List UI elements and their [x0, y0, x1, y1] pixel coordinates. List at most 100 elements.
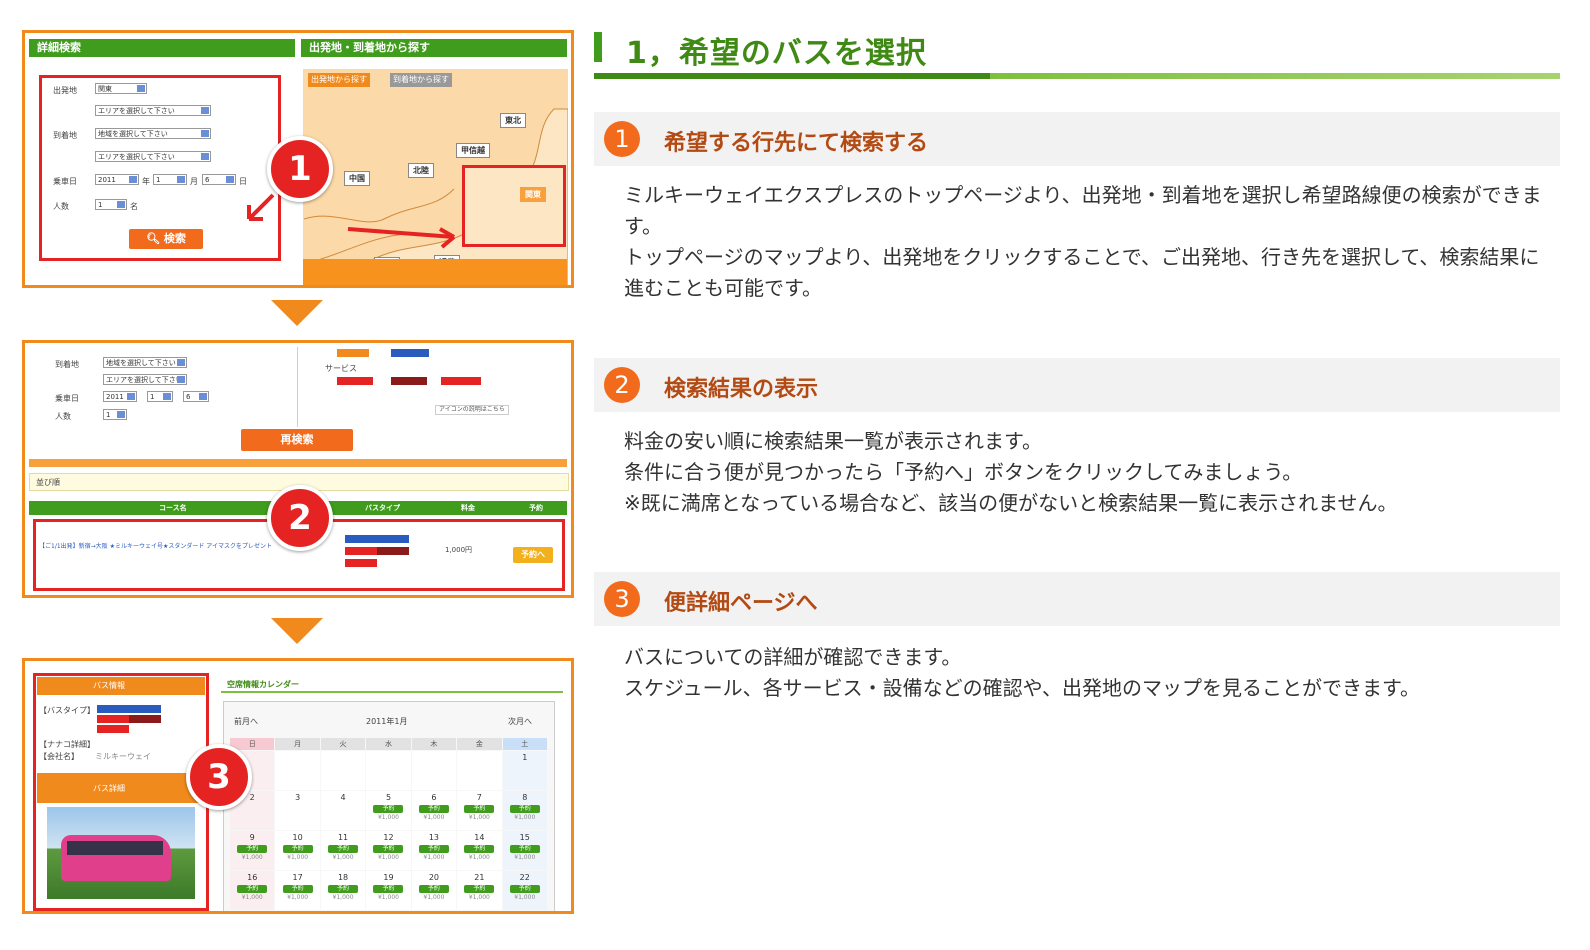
calendar-day[interactable]: 18 予約 ¥1,000: [320, 871, 366, 910]
day-number: 9: [249, 833, 255, 842]
select-to-2[interactable]: 地域を選択して下さい: [103, 357, 187, 368]
reserve-tag[interactable]: 予約: [418, 885, 449, 893]
calendar-day[interactable]: 17 予約 ¥1,000: [275, 871, 320, 910]
reserve-tag[interactable]: 予約: [373, 845, 404, 853]
reserve-tag[interactable]: 予約: [509, 845, 540, 853]
region-kanto[interactable]: 関東: [520, 187, 546, 202]
select-from[interactable]: 関東: [95, 83, 147, 94]
calendar-day[interactable]: 14 予約 ¥1,000: [457, 831, 502, 870]
step-badge-1: 1: [267, 136, 333, 202]
calendar-day[interactable]: 16 予約 ¥1,000: [230, 871, 275, 910]
calendar-day[interactable]: 11 予約 ¥1,000: [320, 831, 366, 870]
reserve-tag[interactable]: 予約: [418, 805, 449, 813]
reserve-tag[interactable]: 予約: [509, 885, 540, 893]
reserve-tag[interactable]: 予約: [237, 885, 268, 893]
reserve-tag[interactable]: 予約: [464, 845, 495, 853]
research-button[interactable]: 再検索: [241, 429, 353, 451]
calendar-day[interactable]: 6 予約 ¥1,000: [411, 791, 457, 830]
day-number: 16: [247, 873, 258, 882]
next-month-link[interactable]: 次月へ: [508, 716, 532, 727]
price-label: ¥1,000: [287, 854, 309, 861]
calendar-day: [320, 751, 366, 790]
select-month[interactable]: 1: [153, 174, 187, 185]
icon-help-link[interactable]: アイコンの説明はこちら: [435, 405, 509, 415]
reserve-button[interactable]: 予約へ: [513, 547, 553, 563]
reserve-tag[interactable]: 予約: [282, 885, 313, 893]
reserve-tag[interactable]: 予約: [373, 885, 404, 893]
calendar-day[interactable]: 20 予約 ¥1,000: [411, 871, 457, 910]
reserve-tag[interactable]: 予約: [464, 805, 495, 813]
label-to-2: 到着地: [55, 360, 79, 369]
select-from-area[interactable]: エリアを選択して下さい: [95, 105, 211, 116]
day-number: 10: [292, 833, 303, 842]
select-month-2[interactable]: 1: [147, 391, 173, 402]
step-title-3: 便詳細ページへ: [664, 591, 818, 616]
company-value: ミルキーウェイ: [95, 752, 151, 761]
search-button[interactable]: 🔍︎ 検索: [129, 229, 203, 249]
reserve-tag[interactable]: 予約: [328, 845, 359, 853]
reserve-tag[interactable]: 予約: [328, 885, 359, 893]
region-chugoku[interactable]: 中国: [344, 171, 370, 186]
page-title: 1，希望のバスを選択: [626, 36, 927, 71]
region-hokuriku[interactable]: 北陸: [408, 163, 434, 178]
step-3-line-1: バスについての詳細が確認できます。: [624, 645, 962, 669]
calendar-day[interactable]: 22 予約 ¥1,000: [502, 871, 547, 910]
select-day[interactable]: 6: [202, 174, 236, 185]
down-arrow-1: [271, 300, 323, 326]
filter-tag-b[interactable]: [391, 349, 429, 357]
reserve-tag[interactable]: 予約: [509, 805, 540, 813]
calendar-day[interactable]: 19 予約 ¥1,000: [366, 871, 411, 910]
reserve-tag[interactable]: 予約: [464, 885, 495, 893]
calendar-day[interactable]: 3: [275, 791, 320, 830]
calendar-day[interactable]: 9 予約 ¥1,000: [230, 831, 275, 870]
filter-tag-e[interactable]: [441, 377, 481, 385]
route-map[interactable]: 出発地から探す 到着地から探す 東北 甲信越 北陸 中国 関東 九州 四国 近畿: [303, 69, 568, 285]
price-label: ¥1,000: [423, 814, 445, 821]
prev-month-link[interactable]: 前月へ: [234, 716, 258, 727]
reserve-tag[interactable]: 予約: [373, 805, 404, 813]
price-label: ¥1,000: [514, 814, 536, 821]
select-to[interactable]: 地域を選択して下さい: [95, 128, 211, 139]
calendar-day[interactable]: 13 予約 ¥1,000: [411, 831, 457, 870]
filter-tag-c[interactable]: [337, 377, 373, 385]
select-year[interactable]: 2011: [95, 174, 139, 185]
calendar-day[interactable]: 5 予約 ¥1,000: [366, 791, 411, 830]
step-body-1: ミルキーウェイエクスプレスのトップページより、出発地・到着地を選択し希望路線便の…: [624, 180, 1544, 304]
select-to-area-2[interactable]: エリアを選択して下さい: [103, 374, 187, 385]
filter-tag-a[interactable]: [337, 349, 369, 357]
reserve-tag[interactable]: 予約: [418, 845, 449, 853]
label-date: 乗車日: [53, 177, 77, 186]
day-number: 15: [519, 833, 530, 842]
calendar-day[interactable]: 21 予約 ¥1,000: [457, 871, 502, 910]
reserve-tag[interactable]: 予約: [237, 845, 268, 853]
calendar-day[interactable]: 10 予約 ¥1,000: [275, 831, 320, 870]
search-button-label: 検索: [163, 232, 186, 245]
day-number: 20: [428, 873, 439, 882]
select-year-2[interactable]: 2011: [103, 391, 137, 402]
select-people-2[interactable]: 1: [103, 409, 127, 420]
select-to-area[interactable]: エリアを選択して下さい: [95, 151, 211, 162]
select-day-2[interactable]: 6: [183, 391, 209, 402]
calendar-grid: 日月火水木金土 1 2 3 4 5 予約 ¥1,000 6 予約 ¥1,000 7 予約 ¥1,000 8 予…: [230, 738, 548, 911]
day-number: 8: [522, 793, 528, 802]
search-icon: 🔍︎: [146, 232, 161, 245]
calendar-day[interactable]: 15 予約 ¥1,000: [502, 831, 547, 870]
day-number: 7: [476, 793, 482, 802]
calendar-day[interactable]: 7 予約 ¥1,000: [457, 791, 502, 830]
calendar-day[interactable]: 1: [502, 751, 547, 790]
region-koshinetsu[interactable]: 甲信越: [456, 143, 490, 158]
calendar-day[interactable]: 8 予約 ¥1,000: [502, 791, 547, 830]
step-badge-2: 2: [267, 485, 333, 551]
calendar-day[interactable]: 12 予約 ¥1,000: [366, 831, 411, 870]
price-label: ¥1,000: [332, 894, 354, 901]
weekday-header: 土: [502, 738, 547, 750]
region-tohoku[interactable]: 東北: [500, 113, 526, 128]
select-people[interactable]: 1: [95, 199, 127, 210]
price-label: ¥1,000: [241, 854, 263, 861]
price-label: ¥1,000: [514, 854, 536, 861]
label-year: 年: [142, 177, 150, 186]
calendar-day[interactable]: 4: [320, 791, 366, 830]
step-1-line-1: ミルキーウェイエクスプレスのトップページより、出発地・到着地を選択し希望路線便の…: [624, 183, 1542, 238]
filter-tag-d[interactable]: [391, 377, 427, 385]
reserve-tag[interactable]: 予約: [282, 845, 313, 853]
